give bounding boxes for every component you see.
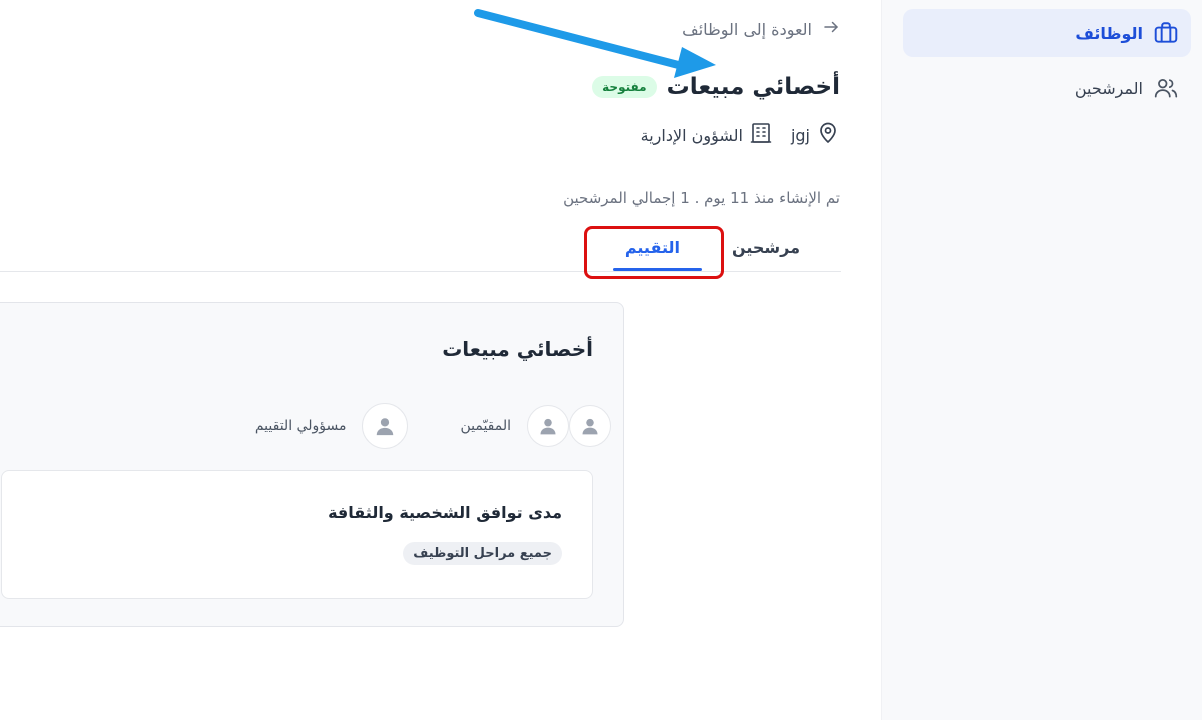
- avatar: [569, 405, 611, 447]
- evaluation-card-title: أخصائي مبيعات: [442, 337, 593, 361]
- location-info: jgj: [791, 121, 840, 149]
- user-icon: [377, 418, 394, 436]
- criterion-title: مدى توافق الشخصية والثقافة: [328, 503, 562, 522]
- roles-row: مسؤولي التقييم المقيّمين: [255, 403, 611, 449]
- avatar-stack[interactable]: [527, 405, 611, 447]
- users-icon: [1153, 75, 1179, 101]
- created-info: تم الإنشاء منذ 11 يوم . 1 إجمالي المرشحي…: [563, 189, 840, 207]
- avatar[interactable]: [362, 403, 409, 449]
- sidebar-item-candidates[interactable]: المرشحين: [903, 64, 1191, 112]
- avatar: [527, 405, 569, 447]
- sidebar-item-label: المرشحين: [1074, 78, 1143, 98]
- highlight-annotation-box: [584, 226, 724, 279]
- map-pin-icon: [816, 121, 840, 149]
- department-info: الشؤون الإدارية: [641, 121, 773, 149]
- user-icon: [582, 418, 598, 435]
- owners-label: مسؤولي التقييم: [254, 418, 347, 434]
- owners-group: مسؤولي التقييم: [255, 403, 409, 449]
- evaluators-group: المقيّمين: [460, 405, 611, 447]
- back-to-jobs-link[interactable]: العودة إلى الوظائف: [682, 18, 840, 40]
- page-title: أخصائي مبيعات: [666, 74, 840, 100]
- building-icon: [749, 121, 773, 149]
- page: الوظائف المرشحين العودة إلى الوظائف مفتو…: [0, 0, 1202, 720]
- briefcase-icon: [1153, 20, 1179, 46]
- tab-candidates[interactable]: مرشحين: [732, 238, 800, 257]
- status-badge: مفتوحة: [592, 76, 657, 98]
- stage-tag: جميع مراحل التوظيف: [403, 542, 562, 565]
- location-label: jgj: [790, 125, 810, 145]
- sidebar-item-label: الوظائف: [1075, 23, 1143, 43]
- back-label: العودة إلى الوظائف: [682, 19, 812, 39]
- job-meta-row: الشؤون الإدارية jgj: [641, 121, 840, 149]
- job-title-row: مفتوحة أخصائي مبيعات: [592, 74, 840, 100]
- department-label: الشؤون الإدارية: [640, 125, 743, 145]
- sidebar-item-jobs[interactable]: الوظائف: [903, 9, 1191, 57]
- arrow-right-icon: [822, 18, 840, 40]
- criterion-card[interactable]: مدى توافق الشخصية والثقافة جميع مراحل ال…: [1, 470, 593, 599]
- evaluation-card: أخصائي مبيعات مسؤولي التقييم المقيّمين م…: [0, 302, 624, 627]
- user-icon: [540, 418, 556, 435]
- sidebar: الوظائف المرشحين: [881, 0, 1202, 720]
- evaluators-label: المقيّمين: [460, 418, 511, 434]
